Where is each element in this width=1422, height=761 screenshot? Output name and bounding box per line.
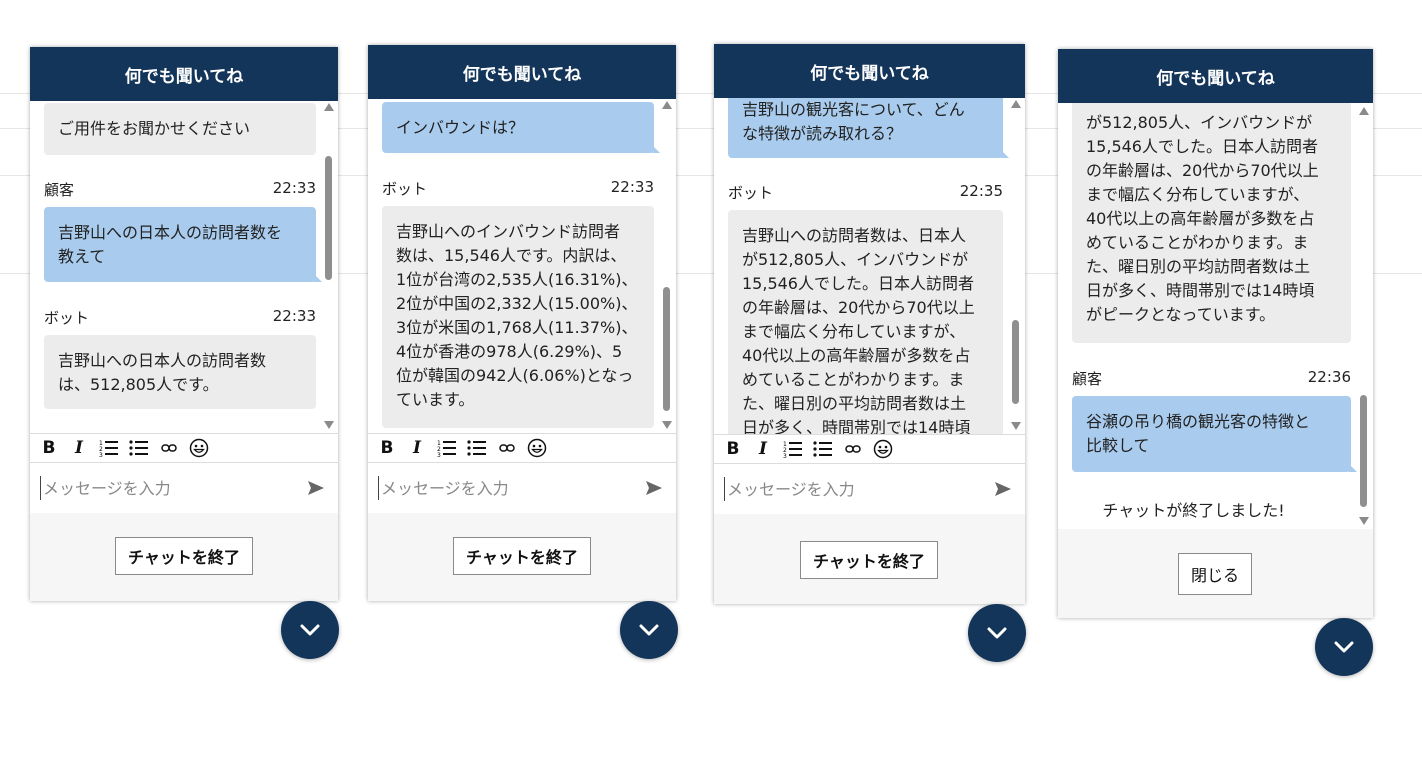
scroll-down-icon[interactable]: [324, 421, 334, 429]
chat-panel-1: 何でも聞いてね ご用件をお聞かせください 顧客 22:33 吉野山への日本人の訪…: [30, 47, 338, 601]
end-chat-button[interactable]: チャットを終了: [453, 537, 591, 575]
customer-message: 吉野山への日本人の訪問者数を 教えて: [44, 207, 322, 282]
bold-icon[interactable]: B: [38, 438, 60, 458]
message-time: 22:33: [610, 178, 654, 196]
bold-icon[interactable]: B: [376, 438, 398, 458]
scroll-up-icon[interactable]: [1359, 107, 1369, 115]
message-list[interactable]: ご用件をお聞かせください 顧客 22:33 吉野山への日本人の訪問者数を 教えて…: [30, 101, 338, 433]
link-icon[interactable]: [496, 443, 518, 453]
chevron-down-icon: [987, 627, 1007, 639]
end-chat-button[interactable]: チャットを終了: [115, 537, 253, 575]
bot-message: 吉野山への日本人の訪問者数 は、512,805人です。: [44, 335, 316, 409]
minimize-chat-button[interactable]: [281, 601, 339, 659]
bot-message: 吉野山への訪問者数は、日本人 が512,805人、インバウンドが 15,546人…: [728, 210, 1003, 434]
scrollbar-thumb[interactable]: [663, 287, 670, 411]
message-meta: ボット 22:33: [44, 307, 316, 328]
sender-name: ボット: [728, 184, 774, 202]
bullet-list-icon[interactable]: [466, 439, 488, 457]
chat-header-title: 何でも聞いてね: [1058, 49, 1373, 103]
svg-text:3: 3: [99, 452, 103, 457]
bot-message: 吉野山へのインバウンド訪問者 数は、15,546人です。内訳は、 1位が台湾の2…: [382, 206, 654, 428]
sender-name: ボット: [382, 180, 428, 198]
scroll-down-icon[interactable]: [1359, 517, 1369, 525]
italic-icon[interactable]: I: [752, 439, 774, 459]
end-chat-button[interactable]: チャットを終了: [800, 541, 938, 579]
formatting-toolbar: B I 123: [714, 434, 1025, 464]
sender-name: 顧客: [44, 181, 75, 199]
scroll-down-icon[interactable]: [1011, 422, 1021, 430]
scrollbar[interactable]: [322, 101, 336, 433]
bullet-list-icon[interactable]: [128, 439, 150, 457]
emoji-icon[interactable]: [188, 438, 210, 458]
bot-message: が512,805人、インバウンドが 15,546人でした。日本人訪問者 の年齢層…: [1072, 103, 1351, 343]
italic-icon[interactable]: I: [68, 438, 90, 458]
chat-panel-3: 何でも聞いてね 吉野山の観光客について、どん な特徴が読み取れる？ ボット 22…: [714, 44, 1025, 604]
message-meta: 顧客 22:36: [1072, 368, 1351, 389]
scrollbar-thumb[interactable]: [325, 156, 332, 280]
chat-header-title: 何でも聞いてね: [368, 45, 676, 99]
send-icon[interactable]: [993, 479, 1013, 499]
chat-ended-notice: チャットが終了しました!: [1102, 501, 1285, 520]
formatting-toolbar: B I 123: [30, 433, 338, 463]
chat-panel-2: 何でも聞いてね インバウンドは？ ボット 22:33 吉野山へのインバウンド訪問…: [368, 45, 676, 601]
send-icon[interactable]: [306, 478, 326, 498]
message-input-row: [714, 464, 1025, 514]
chevron-down-icon: [639, 624, 659, 636]
message-input[interactable]: [724, 477, 959, 501]
minimize-chat-button[interactable]: [620, 601, 678, 659]
customer-message: インバウンドは？: [382, 102, 660, 153]
chat-header-title: 何でも聞いてね: [714, 44, 1025, 98]
scrollbar[interactable]: [660, 99, 674, 433]
message-list[interactable]: 吉野山の観光客について、どん な特徴が読み取れる？ ボット 22:35 吉野山へ…: [714, 98, 1025, 434]
bold-icon[interactable]: B: [722, 439, 744, 459]
scroll-up-icon[interactable]: [1011, 100, 1021, 108]
link-icon[interactable]: [158, 443, 180, 453]
message-time: 22:35: [959, 182, 1003, 200]
svg-text:3: 3: [437, 452, 441, 457]
chat-panel-4: 何でも聞いてね が512,805人、インバウンドが 15,546人でした。日本人…: [1058, 49, 1373, 618]
chevron-down-icon: [300, 624, 320, 636]
sender-name: ボット: [44, 309, 90, 327]
ordered-list-icon[interactable]: 123: [98, 439, 120, 457]
message-input-row: [30, 463, 338, 513]
emoji-icon[interactable]: [526, 438, 548, 458]
close-button[interactable]: 閉じる: [1178, 553, 1253, 595]
scrollbar-thumb[interactable]: [1012, 320, 1019, 404]
minimize-chat-button[interactable]: [1315, 618, 1373, 676]
bullet-list-icon[interactable]: [812, 440, 834, 458]
customer-message: 谷瀬の吊り橋の観光客の特徴と 比較して: [1072, 396, 1357, 472]
link-icon[interactable]: [842, 444, 864, 454]
emoji-icon[interactable]: [872, 439, 894, 459]
message-time: 22:33: [272, 307, 316, 325]
send-icon[interactable]: [644, 478, 664, 498]
scroll-down-icon[interactable]: [662, 421, 672, 429]
chat-header-title: 何でも聞いてね: [30, 47, 338, 101]
italic-icon[interactable]: I: [406, 438, 428, 458]
svg-text:3: 3: [783, 453, 787, 458]
message-meta: ボット 22:33: [382, 178, 654, 199]
sender-name: 顧客: [1072, 370, 1103, 388]
formatting-toolbar: B I 123: [368, 433, 676, 463]
message-list[interactable]: インバウンドは？ ボット 22:33 吉野山へのインバウンド訪問者 数は、15,…: [368, 99, 676, 433]
message-input[interactable]: [378, 476, 613, 500]
message-time: 22:36: [1307, 368, 1351, 386]
message-meta: 顧客 22:33: [44, 179, 316, 200]
customer-message: 吉野山の観光客について、どん な特徴が読み取れる？: [728, 98, 1009, 158]
message-meta: ボット 22:35: [728, 182, 1003, 203]
bot-message: ご用件をお聞かせください: [44, 103, 316, 155]
message-time: 22:33: [272, 179, 316, 197]
message-input-row: [368, 463, 676, 513]
scrollbar[interactable]: [1009, 98, 1023, 434]
scrollbar-thumb[interactable]: [1360, 395, 1367, 507]
minimize-chat-button[interactable]: [968, 604, 1026, 662]
message-list[interactable]: が512,805人、インバウンドが 15,546人でした。日本人訪問者 の年齢層…: [1058, 103, 1373, 529]
message-input[interactable]: [40, 476, 275, 500]
scroll-up-icon[interactable]: [662, 101, 672, 109]
scroll-up-icon[interactable]: [324, 103, 334, 111]
ordered-list-icon[interactable]: 123: [436, 439, 458, 457]
chevron-down-icon: [1334, 641, 1354, 653]
scrollbar[interactable]: [1357, 103, 1371, 529]
ordered-list-icon[interactable]: 123: [782, 440, 804, 458]
